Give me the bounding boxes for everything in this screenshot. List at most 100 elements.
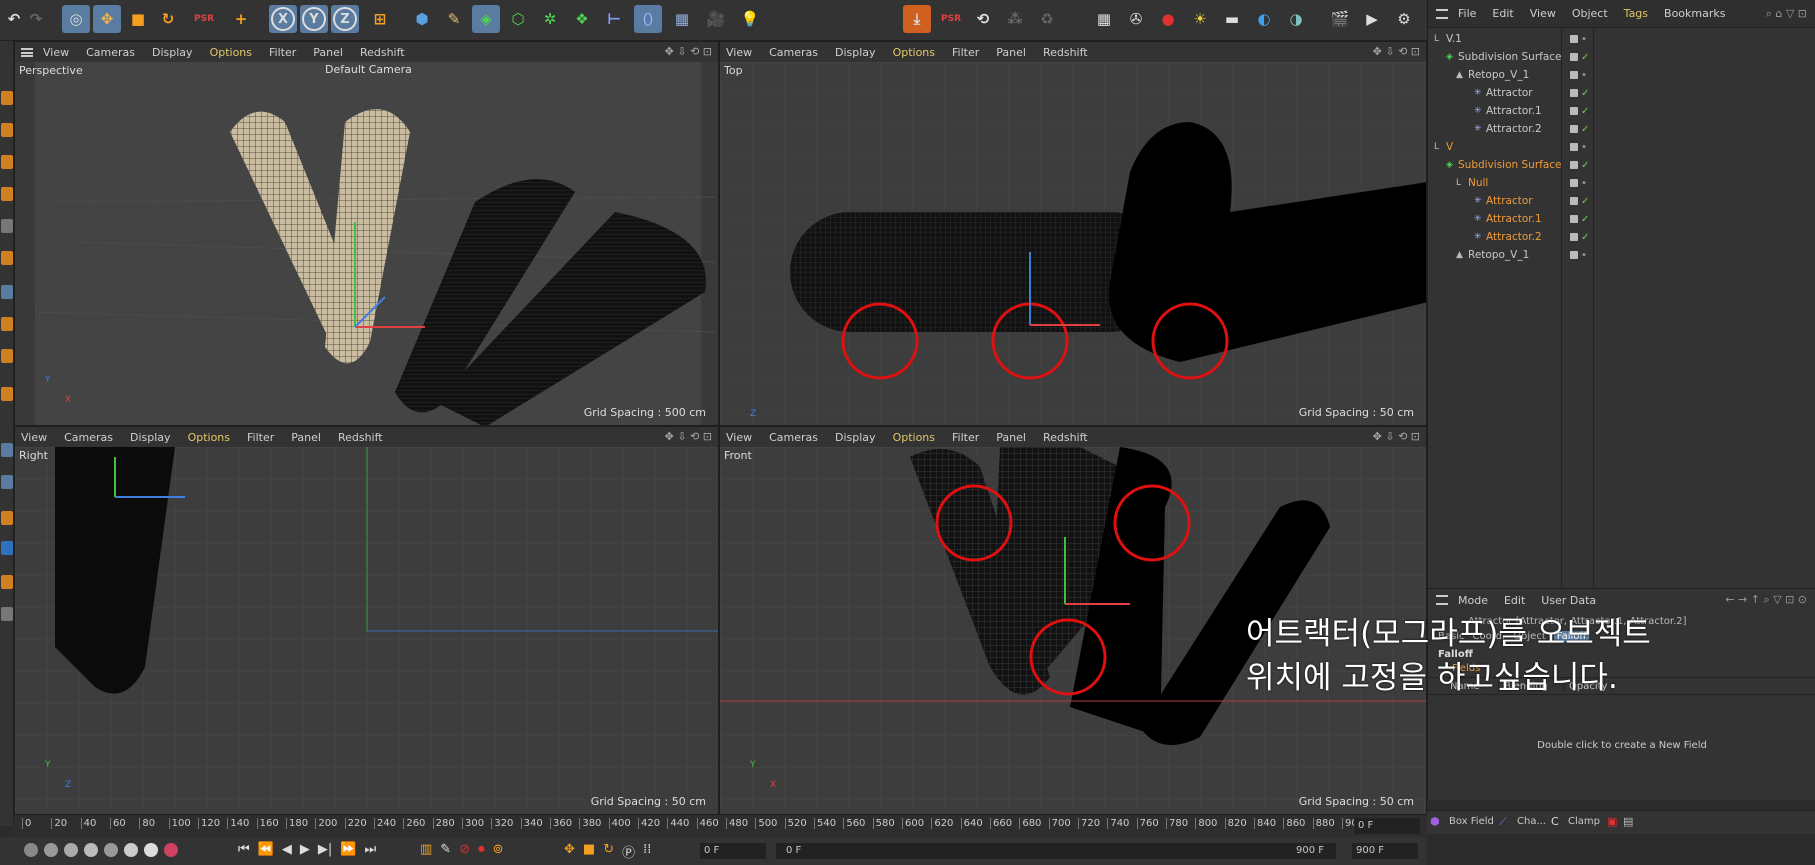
start-frame-field[interactable]: 0 F: [700, 843, 766, 859]
bend-icon[interactable]: [1, 575, 13, 589]
am-menu-edit[interactable]: Edit: [1504, 594, 1525, 607]
psr-icon[interactable]: PSR: [190, 5, 218, 33]
material-ball-icon[interactable]: [84, 843, 98, 857]
om-hamburger-icon[interactable]: [1436, 8, 1448, 19]
cloner-icon[interactable]: ❖: [568, 5, 596, 33]
material-ball-icon[interactable]: [64, 843, 78, 857]
visibility-check-icon[interactable]: ✓: [1581, 88, 1589, 99]
viewport-nav-icons[interactable]: ✥ ⇩ ⟲ ⊡: [665, 430, 712, 443]
am-hamburger-icon[interactable]: [1436, 595, 1448, 605]
extrude-icon[interactable]: ⬡: [504, 5, 532, 33]
visibility-check-icon[interactable]: ✓: [1581, 106, 1589, 117]
edges-mode-icon[interactable]: [1, 123, 13, 137]
prev-frame-icon[interactable]: ◀: [282, 842, 292, 857]
menu-display[interactable]: Display: [130, 431, 171, 444]
om-menu-view[interactable]: View: [1530, 7, 1556, 20]
prev-key-icon[interactable]: ⏪: [258, 842, 274, 857]
y-axis-button[interactable]: Y: [302, 7, 326, 31]
polygons-mode-icon[interactable]: [1, 155, 13, 169]
field-layer-icon[interactable]: ▣: [1607, 815, 1617, 828]
menu-panel[interactable]: Panel: [291, 431, 321, 444]
om-menu-object[interactable]: Object: [1572, 7, 1608, 20]
menu-panel[interactable]: Panel: [996, 46, 1026, 59]
timeline-ruler[interactable]: 0 20 40 60 80 100 120 140 160 180 200 220 240 260 280 3…: [14, 815, 1427, 837]
tweak-icon[interactable]: [1, 387, 13, 401]
menu-options[interactable]: Options: [893, 431, 935, 444]
object-name[interactable]: Null: [1468, 177, 1488, 189]
menu-panel[interactable]: Panel: [996, 431, 1026, 444]
key-position-icon[interactable]: ✥: [564, 842, 575, 861]
menu-cameras[interactable]: Cameras: [769, 46, 818, 59]
object-name[interactable]: Retopo_V_1: [1468, 69, 1529, 81]
key-pla-icon[interactable]: ⁞⁞: [643, 842, 651, 861]
layer-icon[interactable]: [1570, 53, 1578, 61]
deform-icon[interactable]: [1, 541, 13, 555]
render-settings-icon[interactable]: ⚙: [1390, 5, 1418, 33]
material-ball-icon[interactable]: [144, 843, 158, 857]
am-nav-icons[interactable]: ← → ↑ ⌕ ▽ ⊡ ⊙: [1725, 593, 1807, 607]
auto-key-icon[interactable]: ✎: [440, 842, 451, 857]
layer-icon[interactable]: [1570, 71, 1578, 79]
rs-sun-icon[interactable]: ☀: [1186, 5, 1214, 33]
menu-redshift[interactable]: Redshift: [338, 431, 383, 444]
menu-filter[interactable]: Filter: [952, 46, 979, 59]
material-ball-icon[interactable]: [164, 843, 178, 857]
visibility-check-icon[interactable]: •: [1581, 178, 1587, 189]
viewport-nav-icons[interactable]: ✥ ⇩ ⟲ ⊡: [1373, 45, 1420, 58]
camera-icon[interactable]: 🎥: [702, 5, 730, 33]
layer-icon[interactable]: [1570, 125, 1578, 133]
keyframe-selection-icon[interactable]: ▥: [420, 842, 432, 857]
om-menu-edit[interactable]: Edit: [1492, 7, 1513, 20]
pen-icon[interactable]: ✎: [440, 5, 468, 33]
menu-redshift[interactable]: Redshift: [1043, 431, 1088, 444]
menu-view[interactable]: View: [21, 431, 47, 444]
menu-cameras[interactable]: Cameras: [86, 46, 135, 59]
object-row[interactable]: ✳ Attractor.1 ✓: [1428, 210, 1815, 228]
menu-panel[interactable]: Panel: [313, 46, 343, 59]
om-menu-file[interactable]: File: [1458, 7, 1476, 20]
cube-icon[interactable]: ⬢: [408, 5, 436, 33]
object-name[interactable]: V.1: [1446, 33, 1462, 45]
object-row[interactable]: L V •: [1428, 138, 1815, 156]
layer-icon[interactable]: [1570, 143, 1578, 151]
material-ball-icon[interactable]: [104, 843, 118, 857]
material-ball-icon[interactable]: [44, 843, 58, 857]
viewport-nav-icons[interactable]: ✥ ⇩ ⟲ ⊡: [1373, 430, 1420, 443]
brush-icon[interactable]: [1, 511, 13, 525]
keyframe-icon[interactable]: ⟲: [969, 5, 997, 33]
go-to-end-icon[interactable]: ⏭: [364, 842, 376, 857]
clamp-button[interactable]: Clamp: [1568, 816, 1600, 827]
grid-icon[interactable]: ▦: [1090, 5, 1118, 33]
object-row[interactable]: L Null •: [1428, 174, 1815, 192]
key-param-icon[interactable]: Ⓟ: [622, 842, 635, 861]
field-icon[interactable]: ⬯: [634, 5, 662, 33]
viewport-top[interactable]: View Cameras Display Options Filter Pane…: [719, 41, 1427, 426]
rs-dome-icon[interactable]: ◐: [1250, 5, 1278, 33]
key-settings-icon[interactable]: ⊚: [493, 842, 504, 857]
render-view-icon[interactable]: ▶: [1358, 5, 1386, 33]
viewport-perspective[interactable]: View Cameras Display Options Filter Pane…: [14, 41, 719, 426]
om-search-icon[interactable]: ⌕ ⌂ ▽ ⊡: [1766, 7, 1807, 21]
om-menu-bookmarks[interactable]: Bookmarks: [1664, 7, 1725, 20]
z-axis-button[interactable]: Z: [333, 7, 357, 31]
visibility-check-icon[interactable]: •: [1581, 250, 1587, 261]
object-name[interactable]: Attractor.1: [1486, 213, 1542, 225]
light-icon[interactable]: 💡: [736, 5, 764, 33]
current-frame-field[interactable]: 0 F: [1354, 818, 1420, 834]
object-name[interactable]: Attractor.1: [1486, 105, 1542, 117]
object-name[interactable]: Attractor.2: [1486, 231, 1542, 243]
x-axis-button[interactable]: X: [271, 7, 295, 31]
layer-icon[interactable]: [1570, 251, 1578, 259]
visibility-check-icon[interactable]: •: [1581, 142, 1587, 153]
object-row[interactable]: ✳ Attractor.2 ✓: [1428, 228, 1815, 246]
mograph-icon[interactable]: ✲: [536, 5, 564, 33]
layer-icon[interactable]: [1570, 233, 1578, 241]
object-row[interactable]: ✳ Attractor.2 ✓: [1428, 120, 1815, 138]
rs-camera-icon[interactable]: ●: [1154, 5, 1182, 33]
layer-icon[interactable]: [1570, 107, 1578, 115]
object-name[interactable]: Attractor.2: [1486, 123, 1542, 135]
object-name[interactable]: Retopo_V_1: [1468, 249, 1529, 261]
visibility-check-icon[interactable]: •: [1581, 70, 1587, 81]
viewport-hamburger-icon[interactable]: [21, 47, 33, 57]
menu-cameras[interactable]: Cameras: [769, 431, 818, 444]
